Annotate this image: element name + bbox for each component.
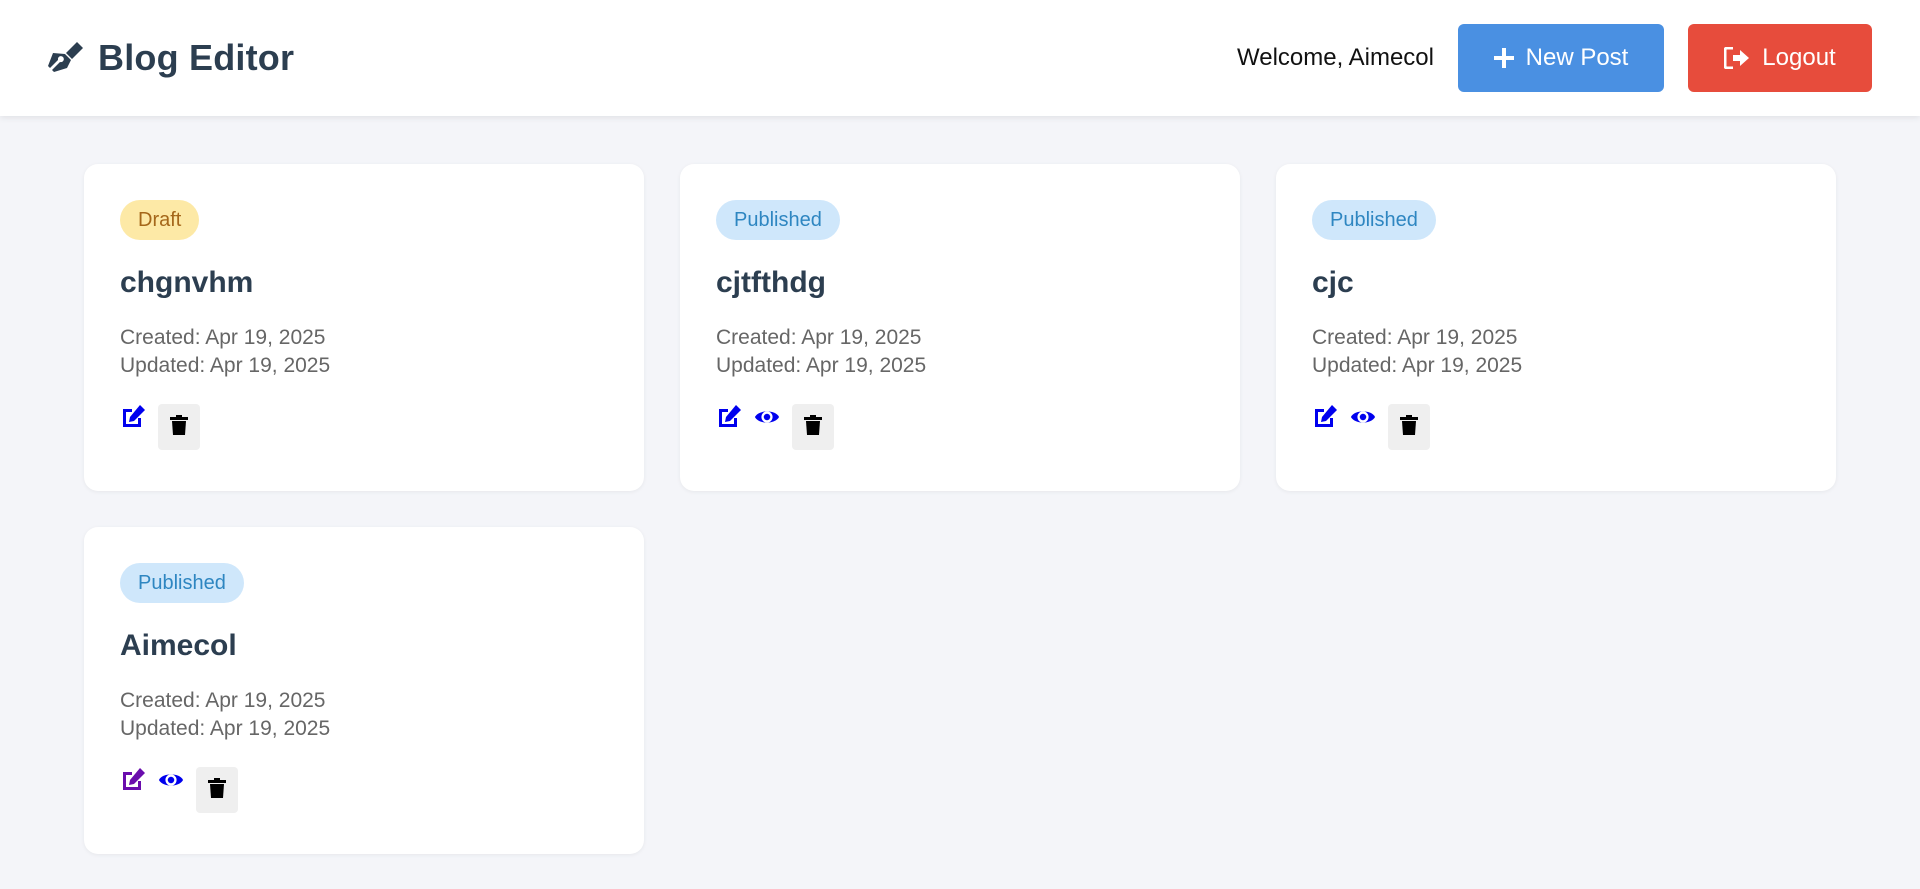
- sign-out-icon: [1724, 47, 1750, 69]
- updated-date: Updated: Apr 19, 2025: [716, 354, 927, 377]
- trash-icon: [208, 777, 226, 803]
- post-title: Aimecol: [120, 629, 237, 662]
- logout-button[interactable]: Logout: [1688, 24, 1872, 92]
- delete-button[interactable]: [792, 404, 834, 450]
- status-badge: Published: [120, 563, 244, 603]
- status-badge: Published: [1312, 200, 1436, 240]
- created-date: Created: Apr 19, 2025: [120, 326, 326, 349]
- delete-button[interactable]: [1388, 404, 1430, 450]
- new-post-button[interactable]: New Post: [1458, 24, 1664, 92]
- post-actions: [1312, 404, 1800, 450]
- welcome-text: Welcome, Aimecol: [1237, 44, 1434, 71]
- delete-button[interactable]: [196, 767, 238, 813]
- edit-icon[interactable]: [716, 404, 742, 430]
- app-title: Blog Editor: [98, 37, 295, 78]
- updated-date: Updated: Apr 19, 2025: [1312, 354, 1523, 377]
- trash-icon: [804, 414, 822, 440]
- brand[interactable]: Blog Editor: [48, 37, 294, 79]
- post-meta: Created: Apr 19, 2025 Updated: Apr 19, 2…: [1312, 324, 1800, 380]
- new-post-label: New Post: [1525, 44, 1629, 71]
- delete-button[interactable]: [158, 404, 200, 450]
- post-meta: Created: Apr 19, 2025 Updated: Apr 19, 2…: [716, 324, 1204, 380]
- posts-grid: Draft chgnvhm Created: Apr 19, 2025 Upda…: [84, 164, 1836, 854]
- post-title: cjc: [1312, 266, 1354, 299]
- eye-icon[interactable]: [754, 404, 780, 430]
- post-title: cjtfthdg: [716, 266, 826, 299]
- post-card: Published Aimecol Created: Apr 19, 2025 …: [84, 527, 644, 854]
- top-header: Blog Editor Welcome, Aimecol New Post Lo…: [0, 0, 1920, 116]
- status-badge: Draft: [120, 200, 200, 240]
- eye-icon[interactable]: [158, 767, 184, 793]
- logout-label: Logout: [1762, 44, 1836, 71]
- post-actions: [716, 404, 1204, 450]
- post-card: Published cjc Created: Apr 19, 2025 Upda…: [1276, 164, 1836, 491]
- post-card: Draft chgnvhm Created: Apr 19, 2025 Upda…: [84, 164, 644, 491]
- edit-icon[interactable]: [1312, 404, 1338, 430]
- plus-icon: [1493, 48, 1514, 68]
- post-meta: Created: Apr 19, 2025 Updated: Apr 19, 2…: [120, 687, 608, 743]
- post-title: chgnvhm: [120, 266, 254, 299]
- header-actions: Welcome, Aimecol New Post Logout: [1237, 24, 1872, 92]
- status-badge: Published: [716, 200, 840, 240]
- edit-icon[interactable]: [120, 767, 146, 793]
- created-date: Created: Apr 19, 2025: [1312, 326, 1518, 349]
- pen-nib-icon: [48, 39, 86, 77]
- trash-icon: [1400, 414, 1418, 440]
- updated-date: Updated: Apr 19, 2025: [120, 717, 331, 740]
- post-actions: [120, 404, 608, 450]
- edit-icon[interactable]: [120, 404, 146, 430]
- post-card: Published cjtfthdg Created: Apr 19, 2025…: [680, 164, 1240, 491]
- post-actions: [120, 767, 608, 813]
- created-date: Created: Apr 19, 2025: [120, 689, 326, 712]
- post-meta: Created: Apr 19, 2025 Updated: Apr 19, 2…: [120, 324, 608, 380]
- eye-icon[interactable]: [1350, 404, 1376, 430]
- updated-date: Updated: Apr 19, 2025: [120, 354, 331, 377]
- trash-icon: [170, 414, 188, 440]
- created-date: Created: Apr 19, 2025: [716, 326, 922, 349]
